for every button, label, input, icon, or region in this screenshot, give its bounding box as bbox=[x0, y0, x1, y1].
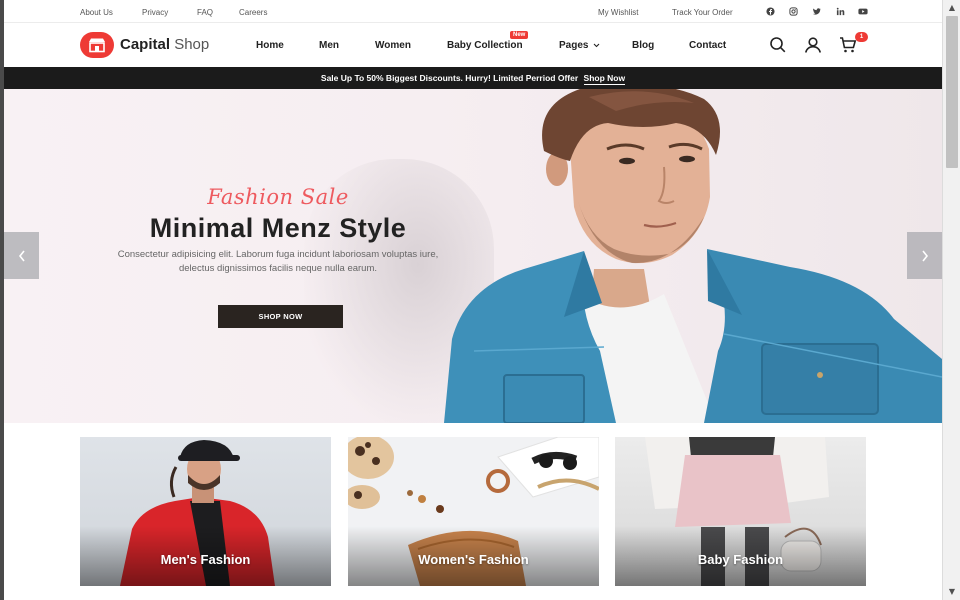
top-utility-bar: About Us Privacy FAQ Careers My Wishlist… bbox=[4, 0, 942, 23]
hero-description: Consectetur adipisicing elit. Laborum fu… bbox=[117, 249, 439, 274]
scrollbar-thumb[interactable] bbox=[946, 16, 958, 168]
page-scrollbar[interactable]: ▲ ▼ bbox=[942, 0, 960, 600]
scroll-down-icon[interactable]: ▼ bbox=[943, 584, 960, 600]
nav-pages-label: Pages bbox=[559, 40, 589, 51]
chevron-left-icon bbox=[18, 250, 25, 261]
category-label-women: Women's Fashion bbox=[418, 552, 529, 567]
facebook-icon[interactable] bbox=[765, 6, 775, 16]
nav-blog[interactable]: Blog bbox=[632, 40, 654, 51]
nav-pages[interactable]: Pages bbox=[559, 40, 600, 51]
chevron-down-icon bbox=[593, 43, 600, 48]
slider-next-button[interactable] bbox=[907, 232, 942, 279]
category-label-baby: Baby Fashion bbox=[697, 552, 784, 567]
promo-shop-now-link[interactable]: Shop Now bbox=[583, 73, 626, 85]
nav-baby-collection[interactable]: Baby Collection bbox=[447, 40, 523, 51]
page-viewport: About Us Privacy FAQ Careers My Wishlist… bbox=[4, 0, 942, 600]
user-icon[interactable] bbox=[803, 35, 823, 55]
careers-link[interactable]: Careers bbox=[239, 8, 267, 17]
nav-home[interactable]: Home bbox=[256, 40, 284, 51]
hero-script-heading: Fashion Sale bbox=[207, 185, 349, 209]
store-logo-icon[interactable] bbox=[80, 32, 114, 58]
new-badge: New bbox=[510, 31, 529, 39]
scroll-up-icon[interactable]: ▲ bbox=[943, 0, 960, 16]
instagram-icon[interactable] bbox=[788, 6, 798, 16]
main-header: Capital Shop Home Men Women Baby Collect… bbox=[4, 23, 942, 67]
youtube-icon[interactable] bbox=[858, 6, 868, 16]
brand-name[interactable]: Capital Shop bbox=[120, 36, 209, 53]
nav-men[interactable]: Men bbox=[319, 40, 339, 51]
nav-contact[interactable]: Contact bbox=[689, 40, 726, 51]
cart-count-badge: 1 bbox=[855, 32, 868, 42]
category-card-men[interactable]: Men's Fashion bbox=[80, 437, 331, 586]
linkedin-icon[interactable] bbox=[835, 6, 845, 16]
category-card-baby[interactable]: Baby Fashion bbox=[615, 437, 866, 586]
wishlist-link[interactable]: My Wishlist bbox=[598, 8, 638, 17]
privacy-link[interactable]: Privacy bbox=[142, 8, 168, 17]
faq-link[interactable]: FAQ bbox=[197, 8, 213, 17]
category-label-men: Men's Fashion bbox=[160, 552, 251, 567]
brand-name-light: Shop bbox=[174, 36, 210, 53]
hero-title: Minimal Menz Style bbox=[149, 213, 407, 243]
nav-women[interactable]: Women bbox=[375, 40, 411, 51]
brand-name-bold: Capital bbox=[120, 36, 171, 53]
promo-text: Sale Up To 50% Biggest Discounts. Hurry!… bbox=[320, 73, 579, 83]
about-us-link[interactable]: About Us bbox=[80, 8, 113, 17]
track-order-link[interactable]: Track Your Order bbox=[672, 8, 733, 17]
twitter-icon[interactable] bbox=[811, 6, 821, 16]
hero-slider: Fashion Sale Minimal Menz Style Consecte… bbox=[4, 89, 942, 423]
chevron-right-icon bbox=[921, 250, 928, 261]
promo-bar: Sale Up To 50% Biggest Discounts. Hurry!… bbox=[4, 67, 942, 89]
category-card-women[interactable]: Women's Fashion bbox=[348, 437, 599, 586]
shop-now-button[interactable]: SHOP NOW bbox=[218, 305, 343, 328]
search-icon[interactable] bbox=[768, 35, 788, 55]
slider-prev-button[interactable] bbox=[4, 232, 39, 279]
